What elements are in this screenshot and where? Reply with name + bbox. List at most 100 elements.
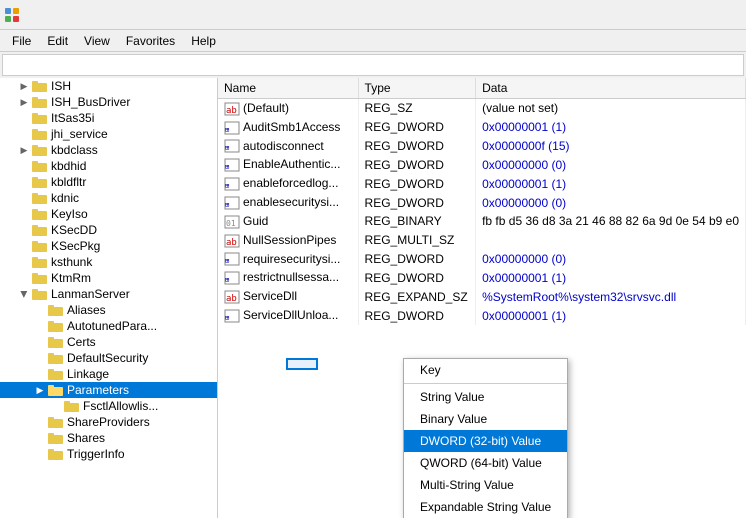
address-bar[interactable] xyxy=(2,54,744,76)
tree-item-shareproviders[interactable]: ShareProviders xyxy=(0,414,217,430)
table-row[interactable]: ab(Default) REG_SZ (value not set) xyxy=(218,99,746,118)
cell-data: 0x00000001 (1) xyxy=(476,268,746,287)
svg-text:ab: ab xyxy=(226,238,237,248)
svg-text:ab: ab xyxy=(226,106,237,116)
submenu-qword-value[interactable]: QWORD (64-bit) Value xyxy=(404,452,567,474)
folder-icon xyxy=(32,271,48,285)
tree-item-fsctl[interactable]: FsctlAllowlis... xyxy=(0,398,217,414)
expand-arrow: ▶ xyxy=(32,385,48,396)
minimize-button[interactable] xyxy=(603,5,648,25)
folder-icon xyxy=(48,335,64,349)
folder-icon xyxy=(48,303,64,317)
cell-name: ⊞enablesecuritysi... xyxy=(218,193,358,212)
tree-label: ksthunk xyxy=(51,255,217,269)
menu-help[interactable]: Help xyxy=(183,32,224,50)
cell-name: ⊞autodisconnect xyxy=(218,137,358,156)
tree-item-ksecpkg[interactable]: KSecPkg xyxy=(0,238,217,254)
tree-label: kdnic xyxy=(51,191,217,205)
menu-view[interactable]: View xyxy=(76,32,118,50)
menu-edit[interactable]: Edit xyxy=(39,32,76,50)
tree-label: jhi_service xyxy=(51,127,217,141)
tree-label: kbdclass xyxy=(51,143,217,157)
app-icon xyxy=(4,7,20,23)
folder-icon xyxy=(32,95,48,109)
folder-icon xyxy=(48,383,64,397)
folder-icon xyxy=(32,127,48,141)
tree-item-triggerinfo[interactable]: TriggerInfo xyxy=(0,446,217,462)
table-row[interactable]: ⊞ServiceDllUnloa... REG_DWORD 0x00000001… xyxy=(218,306,746,325)
tree-item-aliases[interactable]: Aliases xyxy=(0,302,217,318)
tree-item-ish-busdriver[interactable]: ▶ ISH_BusDriver xyxy=(0,94,217,110)
folder-icon xyxy=(32,175,48,189)
submenu-dword-value[interactable]: DWORD (32-bit) Value xyxy=(404,430,567,452)
expand-arrow: ▶ xyxy=(16,145,32,156)
tree-label: Aliases xyxy=(67,303,217,317)
table-row[interactable]: ⊞enableforcedlog... REG_DWORD 0x00000001… xyxy=(218,174,746,193)
cell-name: ⊞AuditSmb1Access xyxy=(218,118,358,137)
table-row[interactable]: ⊞requiresecuritysi... REG_DWORD 0x000000… xyxy=(218,250,746,269)
tree-item-kbldfltr[interactable]: kbldfltr xyxy=(0,174,217,190)
tree-item-parameters[interactable]: ▶ Parameters xyxy=(0,382,217,398)
tree-label: TriggerInfo xyxy=(67,447,217,461)
tree-label: LanmanServer xyxy=(51,287,217,301)
tree-label: ShareProviders xyxy=(67,415,217,429)
expand-arrow: ▶ xyxy=(16,97,32,108)
submenu-binary-value[interactable]: Binary Value xyxy=(404,408,567,430)
cell-type: REG_SZ xyxy=(358,99,476,118)
maximize-button[interactable] xyxy=(650,5,695,25)
folder-icon xyxy=(64,399,80,413)
tree-item-certs[interactable]: Certs xyxy=(0,334,217,350)
folder-icon xyxy=(32,287,48,301)
tree-item-ish[interactable]: ▶ ISH xyxy=(0,78,217,94)
tree-item-lanmanserver[interactable]: ▶ LanmanServer xyxy=(0,286,217,302)
menu-file[interactable]: File xyxy=(4,32,39,50)
cell-name: ⊞EnableAuthentic... xyxy=(218,155,358,174)
menu-favorites[interactable]: Favorites xyxy=(118,32,183,50)
submenu-string-value[interactable]: String Value xyxy=(404,386,567,408)
tree-label: DefaultSecurity xyxy=(67,351,217,365)
tree-item-ksecdd[interactable]: KSecDD xyxy=(0,222,217,238)
table-row[interactable]: abNullSessionPipes REG_MULTI_SZ xyxy=(218,231,746,250)
tree-item-kdnic[interactable]: kdnic xyxy=(0,190,217,206)
tree-item-ktmrm[interactable]: KtmRm xyxy=(0,270,217,286)
tree-item-keyiso[interactable]: KeyIso xyxy=(0,206,217,222)
tree-label: Parameters xyxy=(67,383,217,397)
col-data: Data xyxy=(476,78,746,99)
svg-text:ab: ab xyxy=(226,294,237,304)
table-row[interactable]: 01Guid REG_BINARY fb fb d5 36 d8 3a 21 4… xyxy=(218,212,746,231)
tree-item-shares[interactable]: Shares xyxy=(0,430,217,446)
cell-name: ⊞requiresecuritysi... xyxy=(218,250,358,269)
tree-panel[interactable]: ▶ ISH ▶ ISH_BusDriver ItSas35i jhi_servi… xyxy=(0,78,218,518)
tree-item-linkage[interactable]: Linkage xyxy=(0,366,217,382)
title-bar-left xyxy=(4,7,26,23)
tree-item-jhi[interactable]: jhi_service xyxy=(0,126,217,142)
close-button[interactable] xyxy=(697,5,742,25)
cell-name: ⊞enableforcedlog... xyxy=(218,174,358,193)
table-row[interactable]: abServiceDll REG_EXPAND_SZ %SystemRoot%\… xyxy=(218,287,746,306)
tree-item-autotunedpara[interactable]: AutotunedPara... xyxy=(0,318,217,334)
cell-data: fb fb d5 36 d8 3a 21 46 88 82 6a 9d 0e 5… xyxy=(476,212,746,231)
table-row[interactable]: ⊞restrictnullsessa... REG_DWORD 0x000000… xyxy=(218,268,746,287)
table-row[interactable]: ⊞AuditSmb1Access REG_DWORD 0x00000001 (1… xyxy=(218,118,746,137)
submenu-multistring-value[interactable]: Multi-String Value xyxy=(404,474,567,496)
cell-name: abNullSessionPipes xyxy=(218,231,358,250)
tree-item-kbdclass[interactable]: ▶ kbdclass xyxy=(0,142,217,158)
folder-icon xyxy=(48,367,64,381)
tree-label: AutotunedPara... xyxy=(67,319,217,333)
cell-type: REG_BINARY xyxy=(358,212,476,231)
tree-item-itsas35i[interactable]: ItSas35i xyxy=(0,110,217,126)
table-row[interactable]: ⊞autodisconnect REG_DWORD 0x0000000f (15… xyxy=(218,137,746,156)
table-row[interactable]: ⊞EnableAuthentic... REG_DWORD 0x00000000… xyxy=(218,155,746,174)
svg-text:01: 01 xyxy=(226,219,236,228)
tree-item-ksthunk[interactable]: ksthunk xyxy=(0,254,217,270)
cell-type: REG_DWORD xyxy=(358,306,476,325)
folder-icon xyxy=(48,415,64,429)
new-button[interactable] xyxy=(286,358,318,370)
submenu-key[interactable]: Key xyxy=(404,359,567,381)
tree-item-kbdhid[interactable]: kbdhid xyxy=(0,158,217,174)
submenu-expandable-value[interactable]: Expandable String Value xyxy=(404,496,567,518)
table-row[interactable]: ⊞enablesecuritysi... REG_DWORD 0x0000000… xyxy=(218,193,746,212)
cell-name: ⊞restrictnullsessa... xyxy=(218,268,358,287)
tree-item-defaultsecurity[interactable]: DefaultSecurity xyxy=(0,350,217,366)
tree-label: FsctlAllowlis... xyxy=(83,399,217,413)
